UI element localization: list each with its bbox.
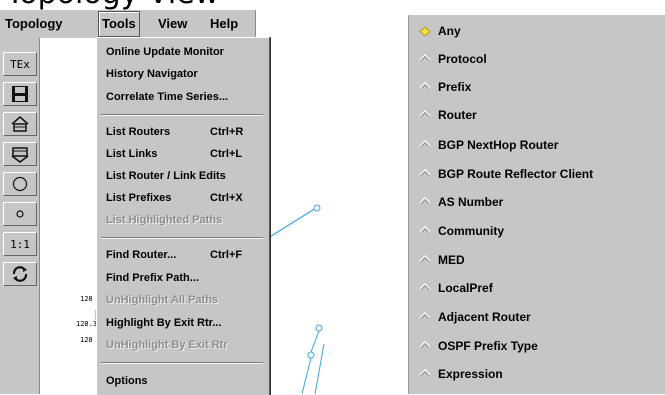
large-circle-icon xyxy=(12,176,28,192)
zoom-1-1-button[interactable]: 1:1 xyxy=(3,232,37,256)
radio-unselected-icon xyxy=(419,341,431,348)
radio-option-med[interactable]: MED xyxy=(409,246,665,274)
radio-option-label: AS Number xyxy=(438,195,504,209)
radio-unselected-icon xyxy=(419,283,431,290)
menu-item-correlate-time-series[interactable]: Correlate Time Series... xyxy=(106,88,228,106)
side-toolbar: TEx 1:1 xyxy=(0,38,40,394)
home-alt-button[interactable] xyxy=(3,142,37,166)
radio-unselected-icon xyxy=(419,312,431,319)
text-label-button[interactable]: TEx xyxy=(3,52,37,76)
zoom-ratio-icon: 1:1 xyxy=(10,237,30,251)
menu-topology[interactable]: Topology xyxy=(5,10,63,38)
radio-unselected-icon xyxy=(419,110,431,117)
router-node xyxy=(307,351,315,359)
menu-item-find-prefix-path[interactable]: Find Prefix Path... xyxy=(106,269,199,287)
radio-option-label: BGP NextHop Router xyxy=(438,138,559,152)
menu-item-list-highlighted-paths: List Highlighted Paths xyxy=(106,214,223,226)
menu-separator xyxy=(101,237,263,239)
small-circle-icon xyxy=(16,210,24,218)
radio-option-protocol[interactable]: Protocol xyxy=(409,45,665,73)
radio-option-label: BGP Route Reflector Client xyxy=(438,167,594,181)
shortcut-label: Ctrl+L xyxy=(210,148,243,160)
radio-option-label: Any xyxy=(438,24,461,38)
menu-item-options[interactable]: Options xyxy=(106,372,148,390)
radio-option-prefix[interactable]: Prefix xyxy=(409,73,665,101)
menubar: Topology Tools View Help xyxy=(0,10,256,39)
topology-window: Topology View Topology Tools View Help T… xyxy=(0,0,395,395)
refresh-button[interactable] xyxy=(3,262,37,286)
menu-item-unhighlight-by-exit-rtr: UnHighlight By Exit Rtr xyxy=(106,339,228,351)
radio-option-any[interactable]: Any xyxy=(409,17,665,45)
radio-unselected-icon xyxy=(419,54,431,61)
radio-unselected-icon xyxy=(419,140,431,147)
menu-item-list-prefixes[interactable]: List Prefixes Ctrl+X xyxy=(106,189,243,207)
shortcut-label: Ctrl+X xyxy=(210,192,243,204)
radio-unselected-icon xyxy=(419,82,431,89)
radio-option-label: MED xyxy=(438,253,465,267)
radio-option-bgp-route-reflector-client[interactable]: BGP Route Reflector Client xyxy=(409,160,665,188)
radio-unselected-icon xyxy=(419,369,431,376)
menu-separator xyxy=(101,362,263,364)
router-node xyxy=(315,324,323,332)
radio-option-label: Prefix xyxy=(438,80,472,94)
tools-dropdown-menu: Online Update Monitor History Navigator … xyxy=(96,37,270,395)
radio-option-label: Expression xyxy=(438,367,503,381)
menu-tools[interactable]: Tools xyxy=(98,11,140,37)
menu-item-list-router-link-edits[interactable]: List Router / Link Edits xyxy=(106,167,226,185)
router-node xyxy=(313,204,321,212)
radio-option-label: Router xyxy=(438,108,477,122)
home-button[interactable] xyxy=(3,112,37,136)
radio-unselected-icon xyxy=(419,255,431,262)
menu-item-unhighlight-all-paths: UnHighlight All Paths xyxy=(106,294,219,306)
link-line xyxy=(314,343,325,394)
query-type-radio-panel: Any Protocol Prefix Router BGP NextHop Route… xyxy=(408,15,665,394)
large-circle-button[interactable] xyxy=(3,172,37,196)
house-icon xyxy=(11,116,29,132)
radio-option-label: Community xyxy=(438,224,504,238)
menu-separator xyxy=(101,114,263,116)
radio-option-label: Adjacent Router xyxy=(438,310,531,324)
radio-option-label: OSPF Prefix Type xyxy=(438,339,538,353)
radio-option-router[interactable]: Router xyxy=(409,101,665,129)
radio-option-label: LocalPref xyxy=(438,281,493,295)
refresh-icon xyxy=(12,266,28,282)
menu-item-history-navigator[interactable]: History Navigator xyxy=(106,65,198,83)
shortcut-label: Ctrl+F xyxy=(210,249,243,261)
radio-unselected-icon xyxy=(419,169,431,176)
small-circle-button[interactable] xyxy=(3,202,37,226)
radio-unselected-icon xyxy=(419,197,431,204)
radio-option-as-number[interactable]: AS Number xyxy=(409,188,665,216)
link-line xyxy=(310,330,320,353)
save-button[interactable] xyxy=(3,82,37,106)
text-icon: TEx xyxy=(10,57,30,71)
radio-option-bgp-nexthop-router[interactable]: BGP NextHop Router xyxy=(409,131,665,159)
menu-item-highlight-by-exit-rtr[interactable]: Highlight By Exit Rtr... xyxy=(106,314,222,332)
menu-item-list-links[interactable]: List Links Ctrl+L xyxy=(106,145,242,163)
shortcut-label: Ctrl+R xyxy=(210,126,244,138)
menu-help[interactable]: Help xyxy=(210,10,238,38)
house-alt-icon xyxy=(11,147,29,163)
radio-unselected-icon xyxy=(419,226,431,233)
radio-option-expression[interactable]: Expression xyxy=(409,360,665,388)
ip-label: 128 xyxy=(80,336,93,344)
radio-option-community[interactable]: Community xyxy=(409,217,665,245)
radio-selected-icon xyxy=(419,26,431,37)
link-line xyxy=(301,357,312,394)
radio-option-ospf-prefix-type[interactable]: OSPF Prefix Type xyxy=(409,332,665,360)
menu-view[interactable]: View xyxy=(158,10,187,38)
floppy-disk-icon xyxy=(12,86,28,102)
radio-option-label: Protocol xyxy=(438,52,487,66)
menu-item-list-routers[interactable]: List Routers Ctrl+R xyxy=(106,123,243,141)
menu-item-online-update-monitor[interactable]: Online Update Monitor xyxy=(106,43,224,61)
menu-item-find-router[interactable]: Find Router... Ctrl+F xyxy=(106,246,242,264)
radio-option-localpref[interactable]: LocalPref xyxy=(409,274,665,302)
link-line xyxy=(267,207,317,239)
ip-label: 128 xyxy=(80,295,93,303)
radio-option-adjacent-router[interactable]: Adjacent Router xyxy=(409,303,665,331)
